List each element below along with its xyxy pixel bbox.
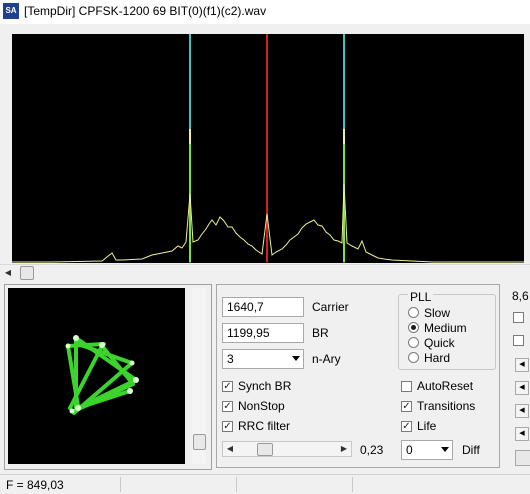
pll-radio-hard[interactable] (408, 352, 419, 363)
autoreset-label: AutoReset (417, 379, 474, 393)
life-checkbox[interactable]: ✓ (401, 421, 412, 432)
nonstop-label: NonStop (238, 399, 285, 413)
spectrum-display[interactable] (12, 34, 524, 263)
nary-label: n-Ary (312, 352, 341, 366)
right-spin-icon-2[interactable]: ◀ (515, 381, 529, 395)
chevron-down-icon (292, 356, 300, 361)
app-icon: SA (3, 3, 19, 19)
pll-option-slow: Slow (424, 306, 451, 320)
spectrum-scrollbar[interactable]: ◀ (0, 264, 530, 281)
slider-left-icon[interactable]: ◀ (224, 442, 236, 456)
right-partial-value: 8,6 (512, 289, 529, 303)
right-button[interactable] (515, 450, 530, 466)
rrc-value: 0,23 (360, 443, 384, 457)
nary-value: 3 (227, 352, 234, 366)
spectrum-plot (12, 34, 524, 263)
rrc-slider[interactable]: ◀ ▶ (222, 441, 352, 457)
status-divider-2 (236, 477, 237, 492)
br-label: BR (312, 326, 329, 340)
constellation-scrollbar[interactable] (192, 288, 206, 464)
pll-option-medium: Medium (424, 321, 467, 335)
transitions-label: Transitions (417, 399, 476, 413)
right-checkbox-1[interactable] (513, 312, 524, 323)
rrc-slider-thumb[interactable] (257, 443, 273, 456)
nary-select[interactable]: 3 (222, 349, 304, 369)
right-spin-icon-3[interactable]: ◀ (515, 404, 529, 418)
slider-right-icon[interactable]: ▶ (338, 442, 350, 456)
pll-title: PLL (408, 290, 434, 304)
nonstop-checkbox[interactable]: ✓ (222, 401, 233, 412)
constellation-graph (65, 335, 139, 415)
rrc-filter-label: RRC filter (238, 419, 291, 433)
constellation-plot (8, 288, 185, 464)
right-spin-icon-4[interactable]: ◀ (515, 427, 529, 441)
diff-label: Diff (462, 443, 480, 457)
pll-radio-slow[interactable] (408, 307, 419, 318)
status-divider-1 (120, 477, 121, 492)
transitions-checkbox[interactable]: ✓ (401, 401, 412, 412)
window-title: [TempDir] CPFSK-1200 69 BIT(0)(f1)(c2).w… (24, 4, 267, 18)
right-checkbox-2[interactable] (513, 335, 524, 346)
carrier-label: Carrier (312, 300, 349, 314)
pll-option-hard: Hard (424, 351, 451, 365)
scroll-left-icon[interactable]: ◀ (2, 266, 14, 280)
status-divider-3 (352, 477, 353, 492)
scroll-thumb[interactable] (20, 266, 34, 280)
pll-radio-medium[interactable] (408, 322, 419, 333)
synch-br-label: Synch BR (238, 379, 292, 393)
right-spin-icon-1[interactable]: ◀ (515, 358, 529, 372)
synch-br-checkbox[interactable]: ✓ (222, 381, 233, 392)
chevron-down-icon (441, 447, 449, 452)
carrier-field[interactable]: 1640,7 (222, 297, 304, 317)
title-bar: SA [TempDir] CPFSK-1200 69 BIT(0)(f1)(c2… (0, 0, 530, 24)
frequency-readout: F = 849,03 (6, 478, 64, 492)
pll-radio-quick[interactable] (408, 337, 419, 348)
life-label: Life (417, 419, 437, 433)
rrc-filter-checkbox[interactable]: ✓ (222, 421, 233, 432)
status-bar: F = 849,03 (0, 474, 530, 494)
autoreset-checkbox[interactable] (401, 381, 412, 392)
br-field[interactable]: 1199,95 (222, 323, 304, 343)
pll-option-quick: Quick (424, 336, 455, 350)
diff-value: 0 (406, 443, 413, 457)
diff-select[interactable]: 0 (401, 440, 453, 460)
constellation-scroll-thumb[interactable] (193, 434, 206, 450)
